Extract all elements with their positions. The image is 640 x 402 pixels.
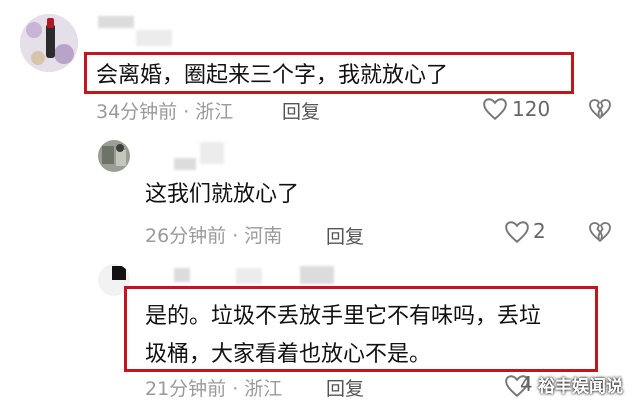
username-blurred bbox=[236, 268, 262, 284]
avatar-image bbox=[20, 14, 78, 72]
username-blurred[interactable] bbox=[174, 158, 196, 170]
comment-text-line-1: 是的。垃圾不丢放手里它不有味吗，丢垃 bbox=[145, 304, 542, 329]
comment-text-line-2: 圾桶，大家看着也放心不是。 bbox=[145, 342, 432, 367]
avatar-image bbox=[98, 140, 130, 172]
like-count: 2 bbox=[533, 219, 546, 243]
broken-heart-icon[interactable] bbox=[588, 221, 612, 243]
avatar[interactable] bbox=[20, 14, 78, 72]
broken-heart-icon[interactable] bbox=[588, 98, 612, 120]
like-count: 4 bbox=[520, 372, 533, 396]
watermark: 裕丰娱闻说 bbox=[538, 377, 623, 397]
comment-text: 会离婚，圈起来三个字，我就放心了 bbox=[96, 63, 449, 88]
avatar[interactable] bbox=[98, 140, 130, 172]
like-count: 120 bbox=[512, 97, 551, 121]
heart-icon[interactable] bbox=[482, 97, 508, 121]
heart-icon[interactable] bbox=[504, 220, 530, 244]
comment-timestamp-location: 26分钟前 · 河南 bbox=[145, 225, 283, 247]
username-blurred[interactable] bbox=[174, 268, 190, 282]
username-blurred bbox=[200, 142, 224, 164]
reply-button[interactable]: 回复 bbox=[326, 222, 364, 249]
username-blurred bbox=[136, 30, 172, 46]
reply-button[interactable]: 回复 bbox=[282, 97, 320, 124]
reply-button[interactable]: 回复 bbox=[326, 374, 364, 401]
comment-timestamp-location: 34分钟前 · 浙江 bbox=[96, 101, 234, 123]
comment-timestamp-location: 21分钟前 · 浙江 bbox=[145, 378, 283, 400]
comment-text: 这我们就放心了 bbox=[145, 182, 300, 207]
username-blurred[interactable] bbox=[98, 16, 134, 28]
username-blurred bbox=[300, 266, 334, 284]
